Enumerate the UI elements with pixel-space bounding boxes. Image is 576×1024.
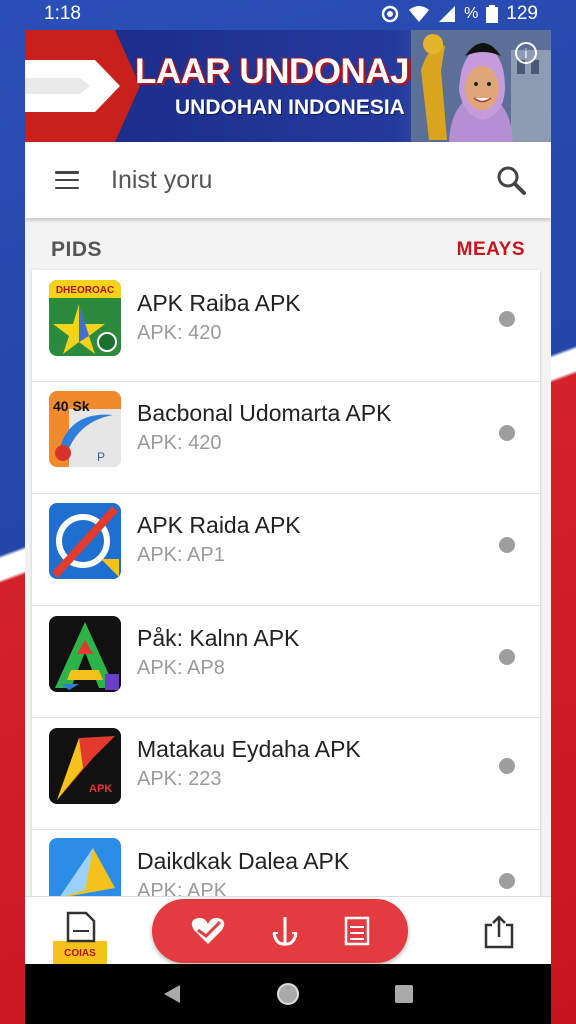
- more-dot-icon[interactable]: [499, 758, 515, 774]
- list-item[interactable]: DHEOROAC APK Raiba APK APK: 420: [32, 270, 540, 382]
- status-icons: % 129: [380, 3, 538, 25]
- search-icon[interactable]: [495, 164, 527, 196]
- bottom-navigation: COIAS: [25, 896, 551, 964]
- signal-icon: [439, 6, 456, 22]
- document-icon[interactable]: COIAS: [53, 911, 107, 964]
- app-list: DHEOROAC APK Raiba APK APK: 420 40 Sk P …: [32, 270, 540, 900]
- swoosh-apk-icon-label: 40 Sk: [53, 398, 90, 414]
- app-name: Daikdkak Dalea APK: [137, 848, 350, 874]
- app-name: Bacbonal Udomarta APK: [137, 400, 392, 426]
- more-dot-icon[interactable]: [499, 425, 515, 441]
- swoosh-apk-icon: 40 Sk P: [49, 391, 121, 467]
- more-dot-icon[interactable]: [499, 873, 515, 889]
- app-name: Påk: Kalnn APK: [137, 625, 300, 651]
- star-apk-icon-label: DHEOROAC: [56, 285, 114, 296]
- list-item[interactable]: APK Matakau Eydaha APK APK: 223: [32, 718, 540, 830]
- list-item[interactable]: Påk: Kalnn APK APK: AP8: [32, 606, 540, 718]
- more-dot-icon[interactable]: [499, 537, 515, 553]
- badge-label: COIAS: [64, 948, 96, 959]
- home-icon[interactable]: [275, 981, 301, 1007]
- promo-banner[interactable]: LAAR UNDONAJIA UNDOHAN INDONESIA i: [25, 30, 551, 142]
- search-input[interactable]: Inist yoru: [111, 166, 495, 195]
- section-title: PIDS: [51, 238, 103, 261]
- more-dot-icon[interactable]: [499, 649, 515, 665]
- banner-subtitle: UNDOHAN INDONESIA: [175, 96, 405, 119]
- triangle-a-apk-icon: [49, 616, 121, 692]
- system-navigation-bar: [25, 964, 551, 1024]
- blue-paper-apk-icon: [49, 838, 121, 900]
- app-window: LAAR UNDONAJIA UNDOHAN INDONESIA i Inist…: [25, 30, 551, 964]
- hamburger-menu-icon[interactable]: [55, 171, 79, 189]
- chevron-flag-graphic: [25, 30, 145, 142]
- list-item[interactable]: 40 Sk P Bacbonal Udomarta APK APK: 420: [32, 382, 540, 494]
- list-item[interactable]: Daikdkak Dalea APK APK: APK: [32, 830, 540, 900]
- app-name: APK Raiba APK: [137, 290, 301, 316]
- section-header: PIDS MEAYS: [25, 230, 551, 270]
- share-icon[interactable]: [482, 915, 516, 949]
- status-bar: 1:18 % 129: [0, 0, 576, 28]
- search-bar: Inist yoru: [25, 142, 551, 218]
- wifi-icon: [409, 6, 430, 22]
- battery-icon: [486, 5, 499, 23]
- app-version: APK: 420: [137, 432, 222, 454]
- app-version: APK: AP8: [137, 657, 225, 679]
- list-icon[interactable]: [344, 916, 370, 946]
- action-pill: [152, 899, 408, 963]
- red-arrow-apk-icon: APK: [49, 728, 121, 804]
- back-icon[interactable]: [162, 983, 182, 1005]
- app-name: APK Raida APK: [137, 512, 301, 538]
- battery-percent: %: [464, 5, 479, 22]
- section-more-link[interactable]: MEAYS: [457, 239, 525, 261]
- banner-title: LAAR UNDONAJIA: [135, 52, 444, 91]
- more-dot-icon[interactable]: [499, 311, 515, 327]
- heart-icon[interactable]: [190, 916, 226, 946]
- info-icon[interactable]: i: [515, 42, 537, 64]
- recents-icon[interactable]: [394, 984, 414, 1004]
- app-version: APK: AP1: [137, 544, 225, 566]
- list-item[interactable]: APK Raida APK APK: AP1: [32, 494, 540, 606]
- app-version: APK: 420: [137, 322, 222, 344]
- anchor-icon[interactable]: [270, 915, 300, 947]
- status-time: 1:18: [44, 3, 81, 24]
- blocked-circle-apk-icon: [49, 503, 121, 579]
- star-apk-icon: DHEOROAC: [49, 280, 121, 356]
- red-arrow-apk-icon-label: APK: [89, 783, 112, 795]
- app-version: APK: 223: [137, 768, 222, 790]
- camera-icon: [381, 5, 399, 23]
- battery-level: 129: [506, 3, 538, 24]
- app-name: Matakau Eydaha APK: [137, 736, 361, 762]
- svg-text:P: P: [97, 450, 105, 464]
